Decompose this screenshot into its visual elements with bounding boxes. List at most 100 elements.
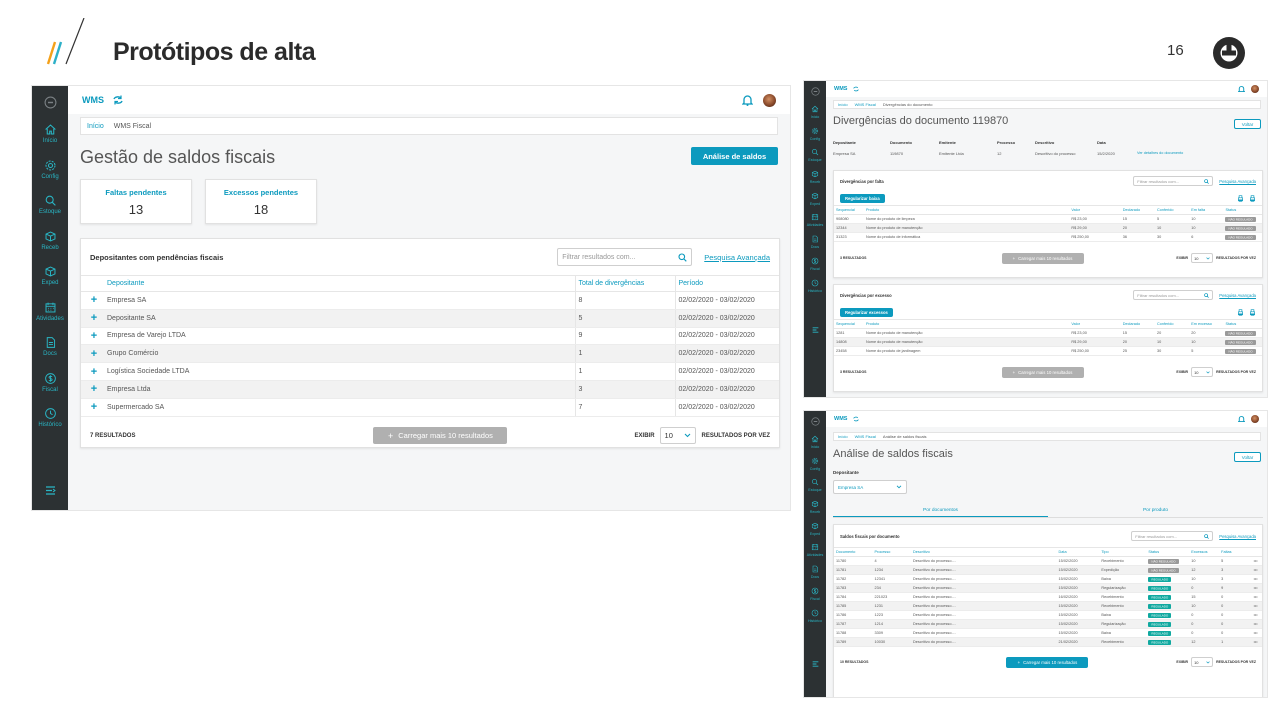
bell-icon[interactable]	[1238, 85, 1245, 93]
search-input[interactable]: Filtrar resultados com...	[557, 248, 693, 266]
column-header[interactable]: Processo	[872, 547, 912, 557]
sidebar-item-exped[interactable]: Exped	[32, 265, 68, 301]
sidebar-item-docs[interactable]: Docs	[804, 565, 826, 587]
sidebar-item-atividades[interactable]: Atividades	[804, 213, 826, 235]
row-menu-icon[interactable]: •••	[1249, 592, 1262, 602]
expand-cell[interactable]: +	[81, 362, 107, 381]
table-row[interactable]: 11787 1214 Descritivo do processo.... 15/02…	[834, 619, 1262, 629]
advanced-search-link[interactable]: Pesquisa Avançada	[1219, 534, 1256, 539]
column-header[interactable]: Valor	[1069, 319, 1121, 329]
sidebar-item-config[interactable]: Config	[32, 159, 68, 195]
column-header[interactable]: Produto	[863, 319, 1070, 329]
advanced-search-link[interactable]: Pesquisa Avançada	[1219, 293, 1256, 298]
table-row[interactable]: 1281 Nome do produto de manutenção R$ 23,0…	[834, 328, 1262, 338]
table-row[interactable]: 23458 Nome do produto de jardinagem R$ 250…	[834, 346, 1262, 356]
table-row[interactable]: 11782 12341 Descritivo do processo.... 15/0…	[834, 574, 1262, 584]
sidebar-item-historico[interactable]: Histórico	[804, 279, 826, 301]
expand-cell[interactable]: +	[81, 291, 107, 310]
page-size-select[interactable]: 10	[1191, 657, 1214, 667]
breadcrumb-fiscal[interactable]: WMS Fiscal	[855, 434, 876, 439]
sidebar-item-estoque[interactable]: Estoque	[804, 148, 826, 170]
column-header[interactable]: Status	[1146, 547, 1190, 557]
print-icon[interactable]	[1237, 308, 1244, 316]
column-header[interactable]: Data	[1056, 547, 1100, 557]
row-menu-icon[interactable]: •••	[1249, 565, 1262, 575]
table-row[interactable]: 11788 3309 Descritivo do processo.... 15/02…	[834, 628, 1262, 638]
collapse-menu-icon[interactable]	[804, 327, 826, 333]
avatar[interactable]	[1251, 415, 1259, 423]
column-header[interactable]: Documento	[834, 547, 873, 557]
table-row[interactable]: 11785 1231 Descritivo do processo.... 15/02…	[834, 601, 1262, 611]
table-row[interactable]: 12344 Nome do produto de manutenção R$ 29,…	[834, 223, 1262, 233]
load-more-button[interactable]: + Carregar mais 10 resultados	[1001, 366, 1084, 378]
row-menu-icon[interactable]: •••	[1249, 556, 1262, 566]
search-icon[interactable]	[1204, 533, 1210, 539]
expand-plus-icon[interactable]: +	[91, 401, 97, 413]
expand-plus-icon[interactable]: +	[91, 330, 97, 342]
sidebar-item-inicio[interactable]: Início	[32, 123, 68, 159]
load-more-button[interactable]: + Carregar mais 10 resultados	[373, 427, 508, 445]
table-row[interactable]: + Empresa Ltda 3 02/02/2020 - 03/02/2020	[81, 380, 779, 399]
print-icon[interactable]	[1237, 194, 1244, 202]
search-input[interactable]: Filtrar resultados com...	[1131, 531, 1214, 541]
column-header[interactable]: Descritivo	[911, 547, 1057, 557]
sidebar-item-config[interactable]: Config	[804, 457, 826, 479]
table-row[interactable]: 31323 Nome do produto de informática R$ 25…	[834, 232, 1262, 242]
breadcrumb-home[interactable]: Início	[838, 102, 848, 107]
regularize-button[interactable]: Regularizar excessos	[840, 307, 893, 317]
row-menu-icon[interactable]: •••	[1249, 628, 1262, 638]
table-row[interactable]: 908080 Nome do produto de limpeza R$ 23,00…	[834, 214, 1262, 224]
breadcrumb-fiscal[interactable]: WMS Fiscal	[855, 102, 876, 107]
column-header[interactable]: Produto	[863, 205, 1070, 215]
sidebar-item-exped[interactable]: Exped	[804, 192, 826, 214]
sidebar-item-docs[interactable]: Docs	[32, 336, 68, 372]
bell-icon[interactable]	[742, 94, 753, 106]
document-details-link[interactable]: Ver detalhes do documento	[1137, 151, 1183, 156]
sidebar-item-fiscal[interactable]: Fiscal	[804, 257, 826, 279]
app-name[interactable]: WMS	[82, 95, 104, 105]
advanced-search-link[interactable]: Pesquisa Avançada	[1219, 179, 1256, 184]
column-header[interactable]: Em falta	[1189, 205, 1224, 215]
expand-cell[interactable]: +	[81, 380, 107, 399]
row-menu-icon[interactable]: •••	[1249, 574, 1262, 584]
sidebar-item-receb[interactable]: Receb	[804, 170, 826, 192]
app-name[interactable]: WMS	[834, 416, 847, 422]
expand-plus-icon[interactable]: +	[91, 312, 97, 324]
page-size-select[interactable]: 10	[659, 427, 696, 445]
regularize-button[interactable]: Regularizar baixa	[840, 193, 885, 203]
sidebar-item-fiscal[interactable]: Fiscal	[804, 587, 826, 609]
expand-plus-icon[interactable]: +	[91, 366, 97, 378]
page-size-select[interactable]: 10	[1191, 253, 1214, 263]
table-row[interactable]: 11784 221023 Descritivo do processo.... 16/…	[834, 592, 1262, 602]
column-header[interactable]: Faltas	[1219, 547, 1250, 557]
expand-plus-icon[interactable]: +	[91, 383, 97, 395]
search-icon[interactable]	[678, 252, 687, 262]
page-size-select[interactable]: 10	[1191, 367, 1214, 377]
column-header[interactable]: Status	[1223, 319, 1262, 329]
column-header[interactable]: Sequencial	[834, 205, 864, 215]
back-button[interactable]: Voltar	[1234, 119, 1261, 129]
sidebar-item-inicio[interactable]: Início	[804, 435, 826, 457]
search-input[interactable]: Filtrar resultados com...	[1133, 290, 1214, 300]
sidebar-item-receb[interactable]: Receb	[804, 500, 826, 522]
table-row[interactable]: + Depositante SA 5 02/02/2020 - 03/02/2020	[81, 309, 779, 328]
depositor-select[interactable]: Empresa SA	[833, 480, 907, 494]
bell-icon[interactable]	[1238, 415, 1245, 423]
table-row[interactable]: 11781 1234 Descritivo do processo.... 15/02…	[834, 565, 1262, 575]
expand-plus-icon[interactable]: +	[91, 294, 97, 306]
expand-cell[interactable]: +	[81, 327, 107, 346]
sidebar-item-exped[interactable]: Exped	[804, 522, 826, 544]
column-header[interactable]: Sequencial	[834, 319, 864, 329]
column-header[interactable]: Declarado	[1120, 205, 1155, 215]
tab-by-documents[interactable]: Por documentos	[833, 504, 1048, 517]
collapse-menu-icon[interactable]	[32, 486, 68, 495]
sidebar-item-atividades[interactable]: Atividades	[804, 543, 826, 565]
col-depositor[interactable]: Depositante	[107, 275, 575, 292]
export-icon[interactable]	[1249, 308, 1256, 316]
sidebar-item-historico[interactable]: Histórico	[32, 407, 68, 443]
sidebar-item-estoque[interactable]: Estoque	[804, 478, 826, 500]
table-row[interactable]: 11783 234 Descritivo do processo.... 15/02/…	[834, 583, 1262, 593]
column-header[interactable]: Declarado	[1120, 319, 1155, 329]
table-row[interactable]: 11780 4 Descritivo do processo.... 15/02/20…	[834, 556, 1262, 566]
column-header[interactable]: Valor	[1069, 205, 1121, 215]
